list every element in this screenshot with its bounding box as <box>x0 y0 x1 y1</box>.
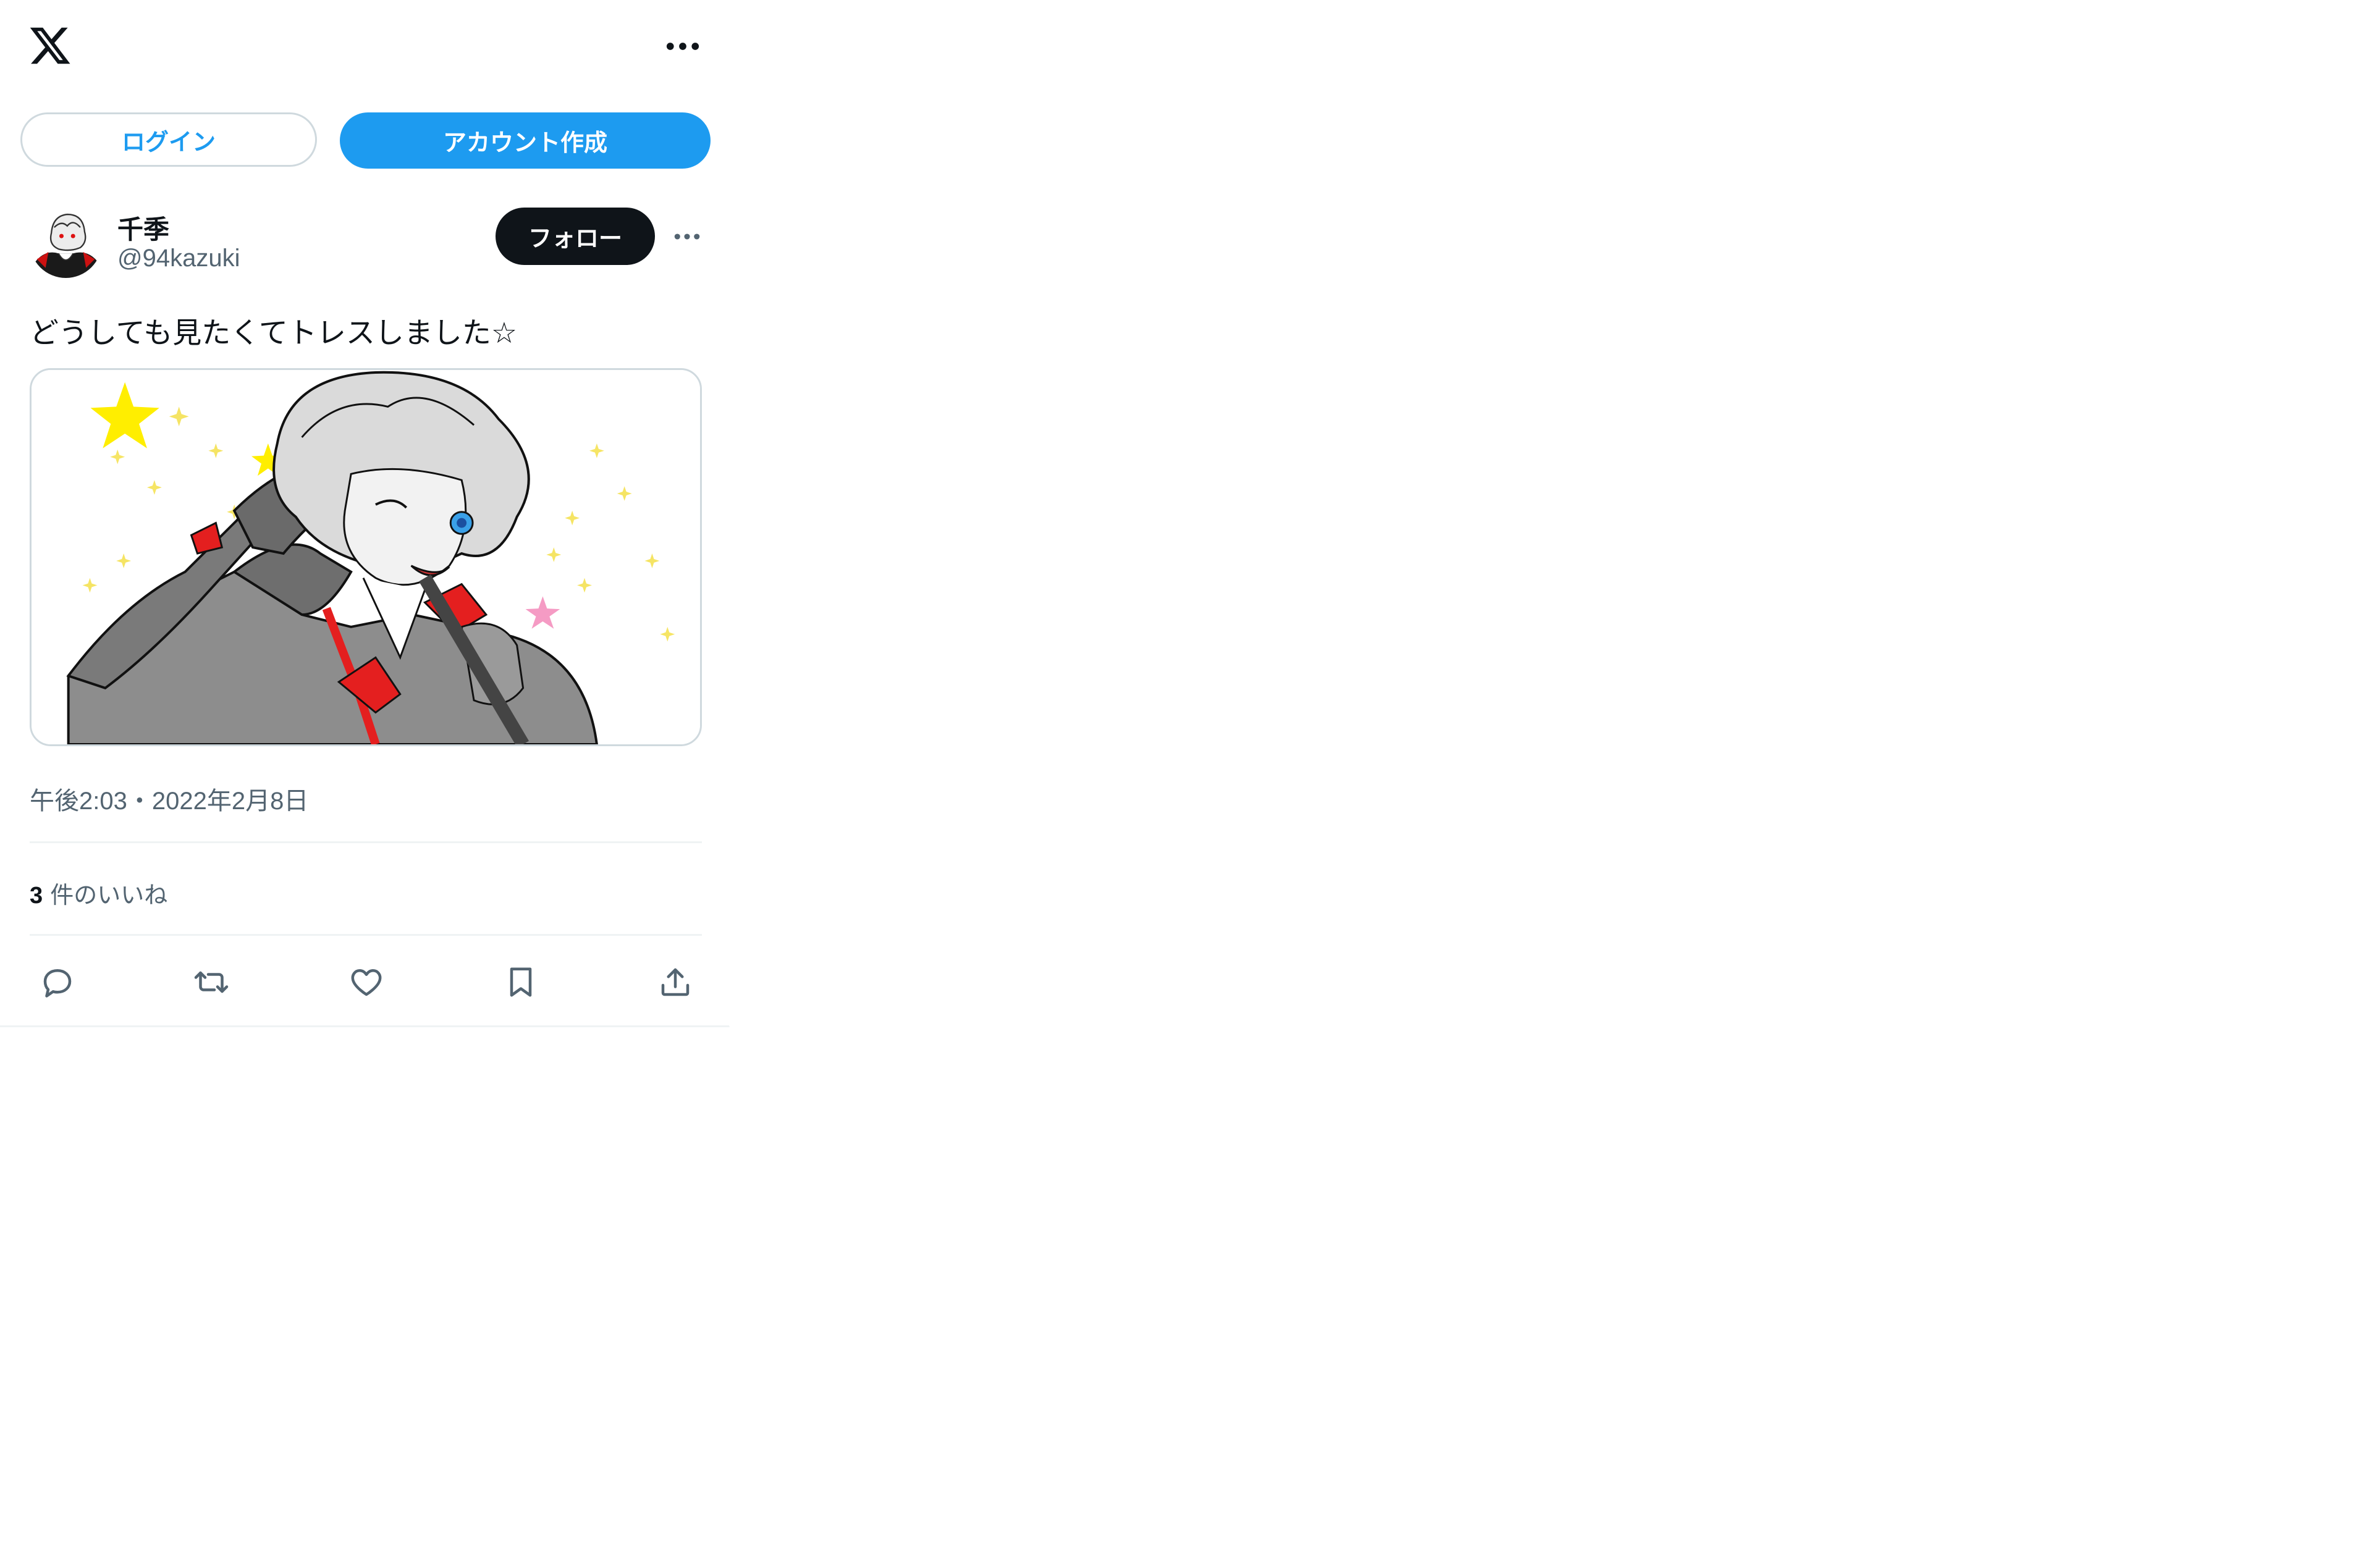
post-card: ログイン アカウント作成 千季 @94kazuki フォロー どうしても見たくて… <box>0 0 730 1027</box>
login-button[interactable]: ログイン <box>20 112 317 167</box>
like-icon[interactable] <box>340 956 392 1008</box>
tweet-timestamp[interactable]: 午後2:03・2022年2月8日 <box>30 781 308 817</box>
tweet-text: どうしても見たくてトレスしました☆ <box>30 316 517 350</box>
x-logo-icon[interactable] <box>28 23 72 68</box>
divider <box>30 841 702 843</box>
create-account-button[interactable]: アカウント作成 <box>340 112 711 169</box>
share-icon[interactable] <box>649 956 701 1008</box>
retweet-icon[interactable] <box>185 956 237 1008</box>
likes-count: 3 <box>30 883 43 909</box>
likes-summary[interactable]: 3 件のいいね <box>30 876 167 910</box>
post-more-icon[interactable] <box>669 222 706 251</box>
divider <box>30 934 702 936</box>
likes-label: 件のいいね <box>50 881 168 909</box>
author-handle[interactable]: @94kazuki <box>117 245 240 272</box>
tweet-media-image[interactable] <box>30 368 702 746</box>
bookmark-icon[interactable] <box>495 956 547 1008</box>
reply-icon[interactable] <box>32 956 83 1008</box>
follow-button[interactable]: フォロー <box>496 208 655 265</box>
avatar[interactable] <box>30 206 102 278</box>
author-display-name[interactable]: 千季 <box>117 209 169 246</box>
more-horizontal-icon[interactable] <box>661 31 704 62</box>
